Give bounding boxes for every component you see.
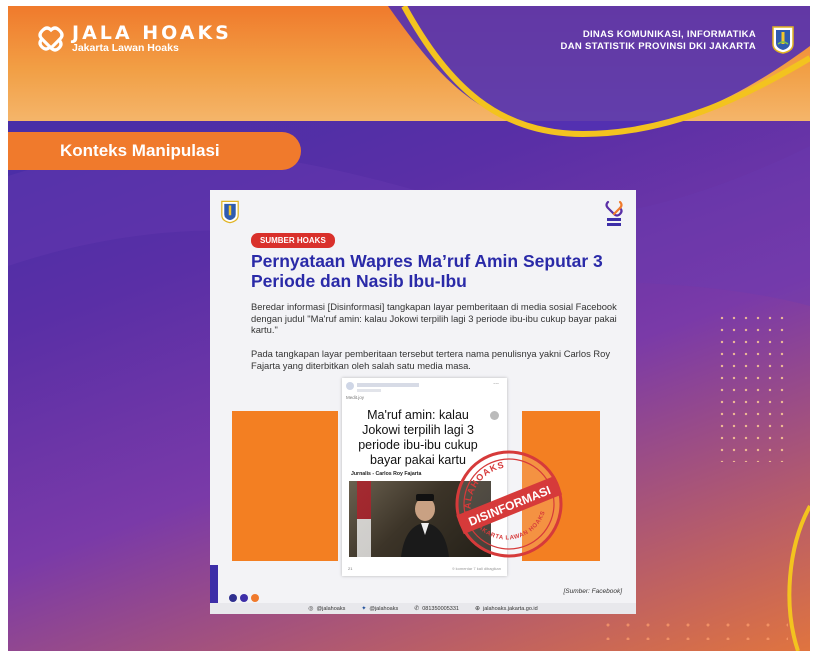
eye-icon — [490, 411, 499, 420]
dot-purple — [240, 594, 248, 602]
chain-link-logo-icon — [38, 26, 64, 52]
twitter-handle: @jalahoaks — [369, 605, 399, 612]
instagram-handle: @jalahoaks — [316, 605, 346, 612]
hoax-card: SUMBER HOAKS Pernyataan Wapres Ma’ruf Am… — [210, 190, 636, 614]
brand-title: JALA HOAKS — [72, 22, 232, 44]
jalahoaks-mini-logo-icon — [605, 200, 623, 226]
decorative-block-left — [232, 411, 338, 561]
post-comment-count: 9 komentar 7 kali dibagikan — [452, 566, 501, 571]
brand-logo: JALA HOAKS Jakarta Lawan Hoaks — [36, 24, 232, 54]
flag-in-photo — [357, 481, 371, 557]
dot-orange — [251, 594, 259, 602]
website-url: jalahoaks.jakarta.go.id — [482, 605, 538, 612]
footer-twitter[interactable]: ✦ @jalahoaks — [361, 605, 399, 613]
post-media-label: Medit.joy — [346, 395, 365, 400]
slide: JALA HOAKS Jakarta Lawan Hoaks DINAS KOM… — [8, 6, 810, 651]
card-paragraph-1: Beredar informasi [Disinformasi] tangkap… — [251, 301, 617, 335]
contact-footer: ◎ @jalahoaks ✦ @jalahoaks ✆ 081350005331 ⊕ j… — [210, 603, 636, 614]
instagram-icon: ◎ — [308, 606, 314, 612]
post-reactions: 21 — [348, 566, 353, 571]
person-photo-icon — [401, 494, 449, 557]
footer-whatsapp[interactable]: ✆ 081350005331 — [414, 605, 459, 613]
post-author-credit: Jurnalis - Carlos Roy Fajarta — [351, 471, 422, 477]
decorative-dots-bottom — [598, 618, 788, 640]
decorative-dot-row — [229, 594, 259, 602]
post-author-blurred — [357, 383, 419, 387]
footer-instagram[interactable]: ◎ @jalahoaks — [308, 605, 346, 613]
agency-line-1: DINAS KOMUNIKASI, INFORMATIKA — [582, 29, 756, 40]
twitter-icon: ✦ — [361, 606, 367, 612]
hoax-source-badge: SUMBER HOAKS — [251, 233, 335, 248]
dki-crest-icon — [772, 26, 794, 54]
footer-website[interactable]: ⊕ jalahoaks.jakarta.go.id — [474, 605, 538, 613]
agency-name: DINAS KOMUNIKASI, INFORMATIKA DAN STATIS… — [561, 29, 756, 53]
section-label: Konteks Manipulasi — [8, 132, 301, 170]
dot-dark-blue — [229, 594, 237, 602]
disinformasi-stamp: JALAHOAKS DISINFORMASI JAKARTA LAWAN HOA… — [454, 450, 563, 558]
card-paragraph-2: Pada tangkapan layar pemberitaan tersebu… — [251, 348, 611, 371]
dki-crest-icon — [221, 200, 239, 224]
card-headline: Pernyataan Wapres Ma’ruf Amin Seputar 3 … — [251, 251, 603, 291]
agency-line-2: DAN STATISTIK PROVINSI DKI JAKARTA — [560, 41, 756, 52]
decorative-dots — [716, 312, 788, 462]
post-menu-icon: ... — [493, 379, 499, 386]
post-avatar — [346, 382, 354, 390]
whatsapp-number: 081350005331 — [422, 605, 459, 612]
whatsapp-icon: ✆ — [414, 606, 420, 612]
source-credit: [Sumber: Facebook] — [563, 588, 622, 595]
post-time-blurred — [357, 389, 381, 392]
globe-icon: ⊕ — [474, 606, 480, 612]
